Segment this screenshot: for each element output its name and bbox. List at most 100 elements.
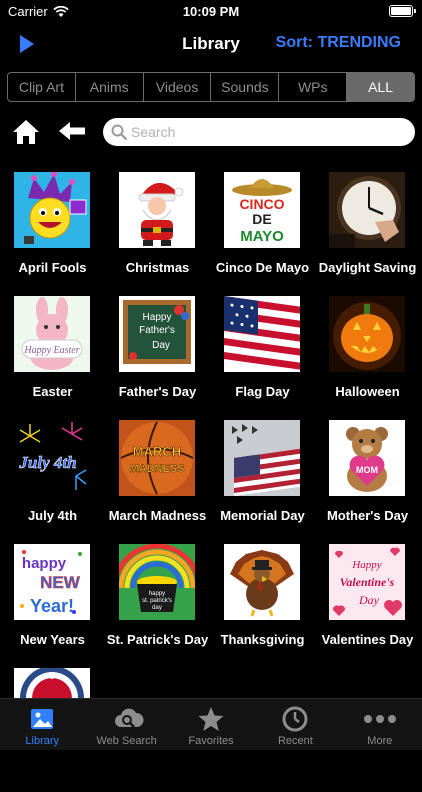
tab-label: More: [367, 735, 393, 747]
mom-text: MOM: [356, 465, 378, 475]
fireworks-icon: July 4th: [14, 420, 90, 496]
patrick-line2: st. patrick's: [142, 598, 172, 604]
clock-icon: [282, 706, 308, 732]
grid-item-flag-day[interactable]: Flag Day: [210, 296, 315, 420]
grid-item-valentines-day[interactable]: Happy Valentine's Day Valentines Day: [315, 544, 420, 668]
grid-item-label: Daylight Saving: [318, 260, 417, 275]
category-segmented-control: Clip Art Anims Videos Sounds WPs ALL: [7, 72, 415, 102]
tab-web-search[interactable]: Web Search: [84, 699, 168, 750]
grid-item-fathers-day[interactable]: Happy Father's Day Father's Day: [105, 296, 210, 420]
valentine-line1: Happy: [351, 559, 381, 571]
grid-item-st-patricks-day[interactable]: happy st. patrick's day St. Patrick's Da…: [105, 544, 210, 668]
grid-item-label: July 4th: [27, 508, 78, 523]
search-input[interactable]: [131, 118, 401, 146]
happy-new-year-icon: happy NEW Year!: [14, 544, 90, 620]
clock-icon: [329, 172, 405, 248]
grid-item-mothers-day[interactable]: MOM Mother's Day: [315, 420, 420, 544]
tab-favorites[interactable]: Favorites: [169, 699, 253, 750]
search-icon: [111, 124, 127, 140]
segment-all[interactable]: ALL: [347, 73, 414, 101]
home-icon[interactable]: [12, 119, 40, 145]
picture-icon: [31, 709, 54, 729]
star-icon: [198, 707, 224, 731]
chalkboard-icon: Happy Father's Day: [119, 296, 195, 372]
grid-item-july-4th[interactable]: July 4th July 4th: [0, 420, 105, 544]
grid-item-new-years[interactable]: happy NEW Year! New Years: [0, 544, 105, 668]
grid-item-label: Cinco De Mayo: [215, 260, 310, 275]
basketball-icon: MARCH MADNESS: [119, 420, 195, 496]
sort-button[interactable]: Sort: TRENDING: [276, 34, 401, 52]
cloud-search-icon: [114, 708, 144, 728]
segment-clip-art[interactable]: Clip Art: [8, 73, 76, 101]
teddy-bear-icon: MOM: [329, 420, 405, 496]
flag-jets-icon: [224, 420, 300, 496]
play-icon[interactable]: [14, 32, 38, 56]
grid-item-label: Easter: [32, 384, 73, 399]
ellipsis-icon: [363, 715, 396, 723]
carrier-label: Carrier: [8, 4, 48, 19]
grid-item-christmas[interactable]: Christmas: [105, 172, 210, 296]
tab-library[interactable]: Library: [0, 699, 84, 750]
grid-item-halloween[interactable]: Halloween: [315, 296, 420, 420]
grid-item-daylight-saving[interactable]: Daylight Saving: [315, 172, 420, 296]
jester-smiley-icon: [14, 172, 90, 248]
hearts-icon: Happy Valentine's Day: [329, 544, 405, 620]
segment-sounds[interactable]: Sounds: [211, 73, 280, 101]
remember-badge-icon: [14, 668, 90, 698]
grid-item-label: March Madness: [108, 508, 207, 523]
cinco-text: CINCO: [239, 196, 284, 212]
segment-videos[interactable]: Videos: [144, 73, 212, 101]
grid-item-label: Thanksgiving: [220, 632, 305, 647]
grid-item-label: Valentines Day: [321, 632, 414, 647]
toolbar: [0, 116, 422, 148]
carrier-info: Carrier: [8, 4, 69, 19]
tab-label: Library: [25, 735, 60, 747]
patrick-line3: day: [152, 605, 162, 611]
valentine-line3: Day: [358, 593, 380, 607]
grid-item-march-madness[interactable]: MARCH MADNESS March Madness: [105, 420, 210, 544]
fathers-line2: Father's: [139, 325, 175, 336]
grid-item-label: Christmas: [125, 260, 190, 275]
status-bar: Carrier 10:09 PM: [0, 0, 422, 24]
newyear-line2: NEW: [40, 573, 81, 592]
mayo-text: MAYO: [240, 228, 284, 245]
jack-o-lantern-icon: [329, 296, 405, 372]
segment-wps[interactable]: WPs: [279, 73, 348, 101]
sombrero-icon: CINCO DE MAYO: [224, 172, 300, 248]
de-text: DE: [252, 211, 271, 227]
grid-item-label: Memorial Day: [220, 508, 305, 523]
madness-text: MADNESS: [129, 463, 184, 475]
grid-item-thanksgiving[interactable]: Thanksgiving: [210, 544, 315, 668]
grid-item-label: Halloween: [335, 384, 400, 399]
grid-item-cinco-de-mayo[interactable]: CINCO DE MAYO Cinco De Mayo: [210, 172, 315, 296]
nav-bar: Library Sort: TRENDING: [0, 28, 422, 60]
grid-item-label: Flag Day: [235, 384, 290, 399]
tab-label: Web Search: [96, 735, 157, 747]
turkey-icon: [224, 544, 300, 620]
back-arrow-icon[interactable]: [58, 121, 86, 141]
march-text: MARCH: [133, 444, 181, 459]
tab-more[interactable]: More: [338, 699, 422, 750]
newyear-line1: happy: [22, 555, 67, 572]
easter-bunny-icon: Happy Easter: [14, 296, 90, 372]
patrick-line1: happy: [149, 591, 165, 597]
easter-text: Happy Easter: [23, 345, 79, 356]
us-flag-icon: [224, 296, 300, 372]
grid-item-april-fools[interactable]: April Fools: [0, 172, 105, 296]
grid-item-label: New Years: [20, 632, 85, 647]
grid-item-easter[interactable]: Happy Easter Easter: [0, 296, 105, 420]
santa-icon: [119, 172, 195, 248]
valentine-line2: Valentine's: [340, 575, 395, 589]
tab-label: Recent: [277, 735, 313, 747]
grid-item-label: Father's Day: [118, 384, 197, 399]
grid-item-label: Mother's Day: [326, 508, 409, 523]
pot-of-gold-icon: happy st. patrick's day: [119, 544, 195, 620]
grid-item-memorial-day[interactable]: Memorial Day: [210, 420, 315, 544]
july-text: July 4th: [18, 453, 76, 472]
segment-anims[interactable]: Anims: [76, 73, 144, 101]
tab-recent[interactable]: Recent: [253, 699, 337, 750]
wifi-icon: [53, 5, 69, 17]
grid-item-label: St. Patrick's Day: [106, 632, 209, 647]
tab-label: Favorites: [188, 735, 234, 747]
search-bar[interactable]: [103, 118, 415, 146]
